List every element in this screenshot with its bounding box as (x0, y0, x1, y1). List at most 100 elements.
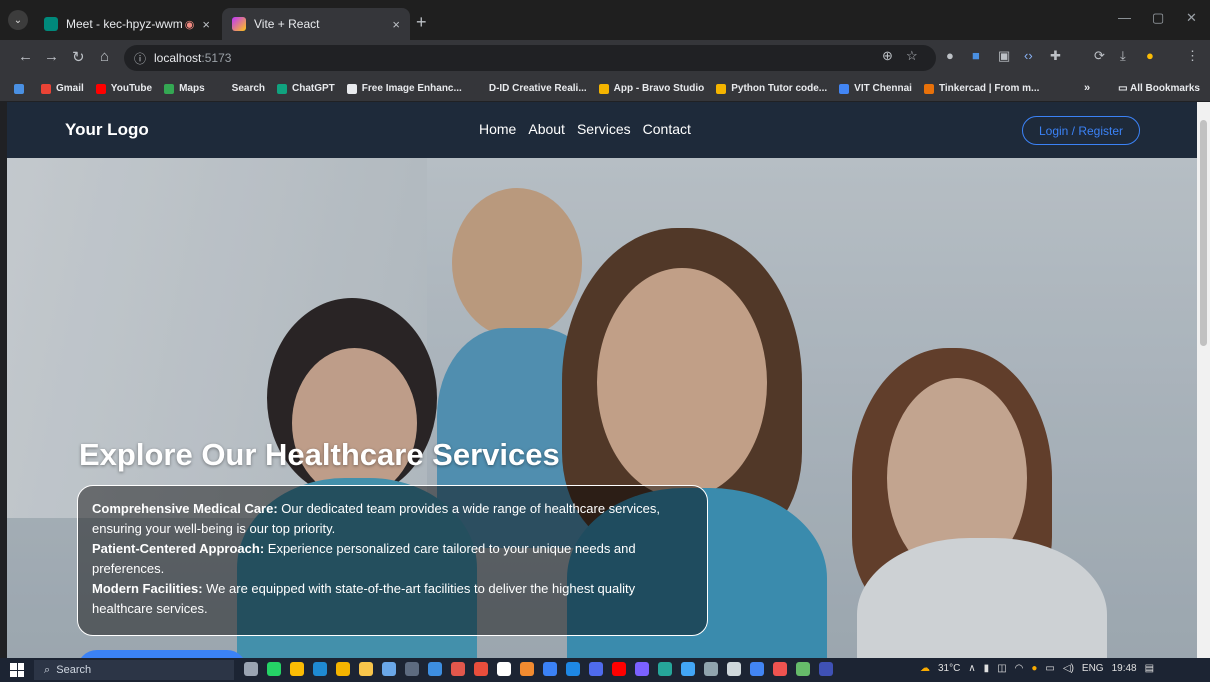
tray-icon[interactable]: ◫ (997, 663, 1006, 674)
windows-taskbar: ⌕ Search ☁ 31°C ∧ ▮ ◫ ◠ ● ▭ ◁) ENG 19:48… (0, 658, 1210, 682)
menu-kebab-icon[interactable]: ⋮ (1186, 48, 1199, 64)
all-bookmarks-button[interactable]: ▭ All Bookmarks (1118, 83, 1200, 94)
system-tray: ☁ 31°C ∧ ▮ ◫ ◠ ● ▭ ◁) ENG 19:48 ▤ (920, 663, 1154, 674)
bookmark-chatgpt[interactable]: ChatGPT (277, 83, 335, 94)
weather-icon[interactable]: ☁ (920, 663, 930, 674)
home-icon[interactable]: ⌂ (100, 48, 109, 65)
tab-vite-react[interactable]: Vite + React × (222, 8, 410, 40)
battery-icon[interactable]: ▭ (1045, 663, 1054, 674)
notifications-icon[interactable]: ▤ (1145, 663, 1154, 674)
app-icon[interactable] (405, 662, 419, 676)
url-host: localhost (154, 51, 202, 65)
minimize-icon[interactable]: — (1118, 10, 1131, 25)
close-tab-icon[interactable]: × (392, 17, 400, 32)
reload-icon[interactable]: ↻ (72, 48, 85, 66)
extension-icon[interactable]: ■ (972, 48, 980, 63)
task-view-icon[interactable] (244, 662, 258, 676)
info-item: Patient-Centered Approach: Experience pe… (92, 539, 693, 579)
bookmark-bravo-studio[interactable]: App - Bravo Studio (598, 83, 704, 94)
bookmark-vit-chennai[interactable]: VIT Chennai (839, 83, 912, 94)
maximize-icon[interactable]: ▢ (1152, 10, 1164, 26)
bookmark-tinkercad[interactable]: Tinkercad | From m... (923, 83, 1039, 94)
app-icon[interactable] (681, 662, 695, 676)
file-explorer-icon[interactable] (359, 662, 373, 676)
nav-contact[interactable]: Contact (643, 121, 691, 137)
download-icon[interactable]: ⤓ (1120, 48, 1126, 64)
close-window-icon[interactable]: ✕ (1186, 10, 1197, 26)
forward-icon[interactable]: → (44, 48, 59, 65)
new-tab-button[interactable]: + (416, 12, 427, 33)
bookmark-youtube[interactable]: YouTube (95, 83, 152, 94)
site-logo[interactable]: Your Logo (65, 120, 149, 140)
back-icon[interactable]: ← (18, 48, 33, 65)
app-icon[interactable] (566, 662, 580, 676)
taskbar-search[interactable]: ⌕ Search (34, 660, 234, 680)
whatsapp-icon[interactable] (267, 662, 281, 676)
tab-meet[interactable]: Meet - kec-hpyz-wwm ◉ × (34, 8, 220, 40)
google-meet-icon (44, 17, 58, 31)
extensions-puzzle-icon[interactable]: ✚ (1050, 48, 1061, 64)
zoom-icon[interactable]: ⊕ (882, 48, 893, 64)
app-icon[interactable] (520, 662, 534, 676)
app-icon[interactable] (336, 662, 350, 676)
gmail-icon (41, 83, 51, 94)
clock[interactable]: 19:48 (1112, 663, 1137, 674)
bookmark-d-id[interactable]: D-ID Creative Reali... (473, 83, 587, 94)
app-icon[interactable] (497, 662, 511, 676)
nav-about[interactable]: About (528, 121, 565, 137)
bookmark-star-icon[interactable]: ☆ (906, 48, 918, 64)
tray-icon[interactable]: ▮ (984, 663, 990, 674)
vscode-icon[interactable] (313, 662, 327, 676)
wifi-icon[interactable]: ◠ (1015, 663, 1024, 674)
close-tab-icon[interactable]: × (202, 17, 210, 32)
tab-search-icon[interactable]: ⌄ (8, 10, 28, 30)
app-icon[interactable] (773, 662, 787, 676)
browser-toolbar: ← → ↻ ⌂ ⓘ localhost :5173 ⊕ ☆ ● ■ ▣ ‹› ✚… (0, 40, 1210, 76)
windows-start-icon[interactable] (10, 663, 24, 677)
history-icon[interactable]: ⟳ (1094, 48, 1105, 64)
hero-title: Explore Our Healthcare Services (79, 437, 560, 472)
bookmark-gmail[interactable]: Gmail (41, 83, 84, 94)
vit-icon (839, 83, 850, 94)
app-icon[interactable] (451, 662, 465, 676)
scrollbar-thumb[interactable] (1200, 120, 1207, 346)
app-icon[interactable] (750, 662, 764, 676)
bookmark-image-enhancer[interactable]: Free Image Enhanc... (346, 83, 462, 94)
app-icon[interactable] (382, 662, 396, 676)
youtube-icon (95, 83, 106, 94)
app-icon[interactable] (658, 662, 672, 676)
page-scrollbar[interactable] (1197, 102, 1210, 658)
app-icon[interactable] (612, 662, 626, 676)
bookmark-python-tutor[interactable]: Python Tutor code... (716, 83, 827, 94)
language[interactable]: ENG (1082, 663, 1104, 674)
bookmarks-overflow-button[interactable]: » (1084, 82, 1090, 94)
devtools-icon[interactable]: ‹› (1024, 48, 1033, 63)
chevron-up-icon[interactable]: ∧ (968, 663, 975, 674)
avatar[interactable]: ● (1146, 48, 1154, 63)
bookmark-maps[interactable]: Maps (164, 83, 205, 94)
tray-icon[interactable]: ● (1031, 663, 1037, 674)
chrome-icon[interactable] (290, 662, 304, 676)
app-icon[interactable] (819, 662, 833, 676)
app-icon[interactable] (428, 662, 442, 676)
bookmark-search[interactable]: Search (216, 83, 265, 94)
app-icon[interactable] (543, 662, 557, 676)
site-info-icon[interactable]: ⓘ (134, 50, 146, 67)
address-bar[interactable]: ⓘ localhost :5173 (124, 45, 936, 71)
extension-icon[interactable]: ● (946, 48, 954, 63)
python-icon (716, 83, 727, 94)
app-icon[interactable] (727, 662, 741, 676)
app-icon[interactable] (704, 662, 718, 676)
apps-icon[interactable] (14, 83, 29, 94)
app-icon[interactable] (474, 662, 488, 676)
app-icon[interactable] (589, 662, 603, 676)
app-icon[interactable] (635, 662, 649, 676)
nav-home[interactable]: Home (479, 121, 516, 137)
login-register-button[interactable]: Login / Register (1022, 116, 1140, 145)
app-icon[interactable] (796, 662, 810, 676)
hero-cta-button[interactable] (77, 650, 247, 658)
nav-services[interactable]: Services (577, 121, 631, 137)
volume-icon[interactable]: ◁) (1063, 663, 1074, 674)
extension-icon[interactable]: ▣ (998, 48, 1010, 64)
temperature[interactable]: 31°C (938, 663, 960, 674)
